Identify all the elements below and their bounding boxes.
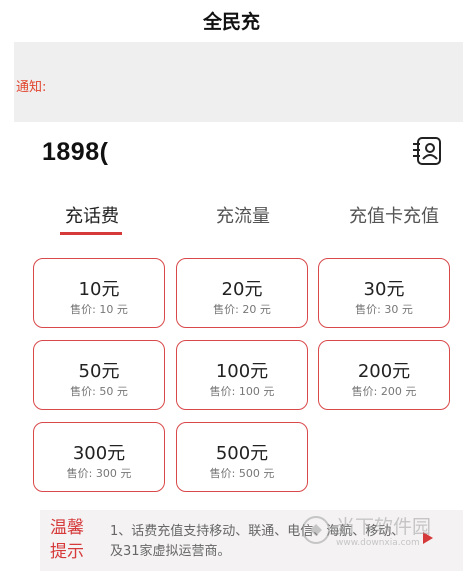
watermark-url: www.downxia.com [336,538,420,548]
amount-label: 10元 [78,279,120,300]
active-tab-indicator [60,232,122,235]
watermark: 当下软件园 www.downxia.com [300,512,450,552]
amount-option-10[interactable]: 10元 售价: 10 元 [33,258,165,328]
amount-label: 50元 [78,361,120,382]
amount-label: 500元 [215,443,269,464]
price-label: 售价: 100 元 [209,385,275,398]
title-bar: 全民充 [0,0,463,40]
amount-option-300[interactable]: 300元 售价: 300 元 [33,422,165,492]
phone-number-input[interactable]: 1898( [42,138,112,167]
amount-label: 30元 [363,279,405,300]
notice-bar: 通知: [14,42,463,122]
page-title: 全民充 [202,10,260,33]
price-label: 售价: 500 元 [209,467,275,480]
tips-heading: 温馨提示 [50,518,84,562]
amount-option-500[interactable]: 500元 售价: 500 元 [176,422,308,492]
watermark-name: 当下软件园 [336,516,432,538]
price-label: 售价: 30 元 [355,303,413,316]
phone-row: 1898( [0,126,463,184]
amount-option-200[interactable]: 200元 售价: 200 元 [318,340,450,410]
watermark-logo-icon [302,516,330,544]
contact-book-button[interactable] [409,134,443,168]
amount-option-100[interactable]: 100元 售价: 100 元 [176,340,308,410]
amount-option-30[interactable]: 30元 售价: 30 元 [318,258,450,328]
tab-recharge-card[interactable]: 充值卡充值 [335,202,453,228]
amount-label: 300元 [72,443,126,464]
amount-option-20[interactable]: 20元 售价: 20 元 [176,258,308,328]
amount-label: 200元 [357,361,411,382]
tab-bar: 充话费 充流量 充值卡充值 [0,196,463,242]
price-label: 售价: 50 元 [70,385,128,398]
price-label: 售价: 300 元 [66,467,132,480]
tab-recharge-data[interactable]: 充流量 [198,202,288,228]
price-label: 售价: 20 元 [213,303,271,316]
notice-label: 通知: [16,80,47,95]
amount-label: 100元 [215,361,269,382]
contact-book-icon [413,137,441,165]
tab-recharge-credit[interactable]: 充话费 [50,202,134,228]
price-label: 售价: 10 元 [70,303,128,316]
amount-label: 20元 [221,279,263,300]
price-label: 售价: 200 元 [351,385,417,398]
amount-option-50[interactable]: 50元 售价: 50 元 [33,340,165,410]
